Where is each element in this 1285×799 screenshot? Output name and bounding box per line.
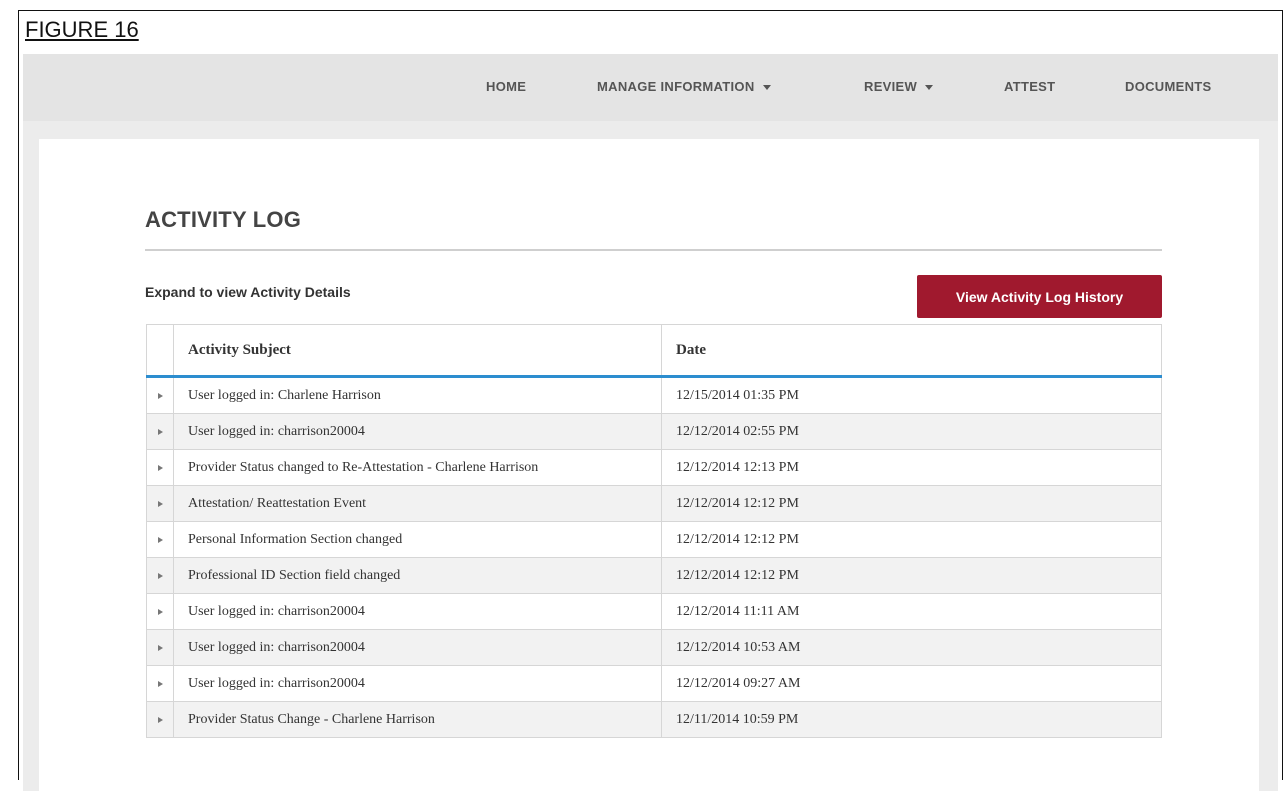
expand-hint: Expand to view Activity Details: [145, 284, 351, 300]
caret-right-icon: [157, 608, 163, 615]
chevron-down-icon: [762, 85, 771, 91]
caret-right-icon: [157, 536, 163, 543]
nav-home-label: HOME: [486, 79, 527, 94]
date-cell: 12/12/2014 02:55 PM: [661, 413, 1162, 450]
expand-toggle[interactable]: [146, 413, 174, 450]
expand-toggle[interactable]: [146, 701, 174, 738]
nav-review-label: REVIEW: [864, 79, 918, 94]
activity-subject-cell: Provider Status Change - Charlene Harris…: [173, 701, 662, 738]
caret-right-icon: [157, 572, 163, 579]
table-row[interactable]: User logged in: charrison20004 12/12/201…: [146, 593, 1162, 630]
nav-home[interactable]: HOME: [486, 79, 526, 94]
expand-toggle[interactable]: [146, 485, 174, 522]
table-row[interactable]: User logged in: Charlene Harrison 12/15/…: [146, 376, 1162, 414]
expand-toggle[interactable]: [146, 521, 174, 558]
caret-right-icon: [157, 716, 163, 723]
date-cell: 12/12/2014 09:27 AM: [661, 665, 1162, 702]
expand-toggle[interactable]: [146, 629, 174, 666]
view-activity-log-history-button[interactable]: View Activity Log History: [917, 275, 1162, 318]
expand-column-header: [146, 324, 174, 378]
date-cell: 12/15/2014 01:35 PM: [661, 376, 1162, 414]
caret-right-icon: [157, 500, 163, 507]
nav-documents-label: DOCUMENTS: [1125, 79, 1212, 94]
activity-log-card: ACTIVITY LOG Expand to view Activity Det…: [39, 139, 1259, 799]
figure-frame: FIGURE 16 HOME MANAGE INFORMATION REVIEW…: [18, 10, 1283, 799]
table-row[interactable]: User logged in: charrison20004 12/12/201…: [146, 629, 1162, 666]
top-nav: HOME MANAGE INFORMATION REVIEW ATTEST DO…: [23, 54, 1278, 121]
expand-toggle[interactable]: [146, 557, 174, 594]
table-row[interactable]: Personal Information Section changed 12/…: [146, 521, 1162, 558]
nav-manage-information-label: MANAGE INFORMATION: [597, 79, 755, 94]
page-title: ACTIVITY LOG: [145, 207, 302, 232]
activity-subject-cell: User logged in: charrison20004: [173, 413, 662, 450]
date-header: Date: [661, 324, 1162, 378]
date-cell: 12/12/2014 10:53 AM: [661, 629, 1162, 666]
table-header-row: Activity Subject Date: [146, 324, 1162, 378]
date-cell: 12/12/2014 12:12 PM: [661, 485, 1162, 522]
activity-log-table: Activity Subject Date User logged in: Ch…: [146, 324, 1162, 738]
date-cell: 12/12/2014 12:12 PM: [661, 521, 1162, 558]
caret-right-icon: [157, 464, 163, 471]
nav-manage-information[interactable]: MANAGE INFORMATION: [597, 79, 771, 94]
expand-toggle[interactable]: [146, 665, 174, 702]
nav-documents[interactable]: DOCUMENTS: [1125, 79, 1211, 94]
activity-subject-cell: User logged in: charrison20004: [173, 629, 662, 666]
chevron-down-icon: [925, 85, 934, 91]
date-cell: 12/12/2014 12:12 PM: [661, 557, 1162, 594]
title-divider: [145, 249, 1162, 251]
activity-subject-cell: User logged in: charrison20004: [173, 665, 662, 702]
expand-toggle[interactable]: [146, 376, 174, 414]
caret-right-icon: [157, 392, 163, 399]
figure-label: FIGURE 16: [25, 17, 139, 42]
activity-subject-cell: Professional ID Section field changed: [173, 557, 662, 594]
caret-right-icon: [157, 428, 163, 435]
activity-subject-cell: Personal Information Section changed: [173, 521, 662, 558]
caret-right-icon: [157, 680, 163, 687]
caret-right-icon: [157, 644, 163, 651]
nav-attest-label: ATTEST: [1004, 79, 1056, 94]
date-cell: 12/12/2014 11:11 AM: [661, 593, 1162, 630]
expand-toggle[interactable]: [146, 449, 174, 486]
nav-review[interactable]: REVIEW: [864, 79, 934, 94]
content-background: ACTIVITY LOG Expand to view Activity Det…: [23, 121, 1278, 799]
activity-subject-header: Activity Subject: [173, 324, 662, 378]
activity-subject-cell: Provider Status changed to Re-Attestatio…: [173, 449, 662, 486]
table-row[interactable]: Professional ID Section field changed 12…: [146, 557, 1162, 594]
activity-subject-cell: User logged in: Charlene Harrison: [173, 376, 662, 414]
activity-subject-cell: User logged in: charrison20004: [173, 593, 662, 630]
activity-subject-cell: Attestation/ Reattestation Event: [173, 485, 662, 522]
table-row[interactable]: User logged in: charrison20004 12/12/201…: [146, 665, 1162, 702]
nav-attest[interactable]: ATTEST: [1004, 79, 1055, 94]
cropped-top-text: [0, 0, 1285, 10]
expand-toggle[interactable]: [146, 593, 174, 630]
date-cell: 12/12/2014 12:13 PM: [661, 449, 1162, 486]
date-cell: 12/11/2014 10:59 PM: [661, 701, 1162, 738]
table-row[interactable]: Provider Status Change - Charlene Harris…: [146, 701, 1162, 738]
table-row[interactable]: User logged in: charrison20004 12/12/201…: [146, 413, 1162, 450]
table-row[interactable]: Attestation/ Reattestation Event 12/12/2…: [146, 485, 1162, 522]
table-row[interactable]: Provider Status changed to Re-Attestatio…: [146, 449, 1162, 486]
